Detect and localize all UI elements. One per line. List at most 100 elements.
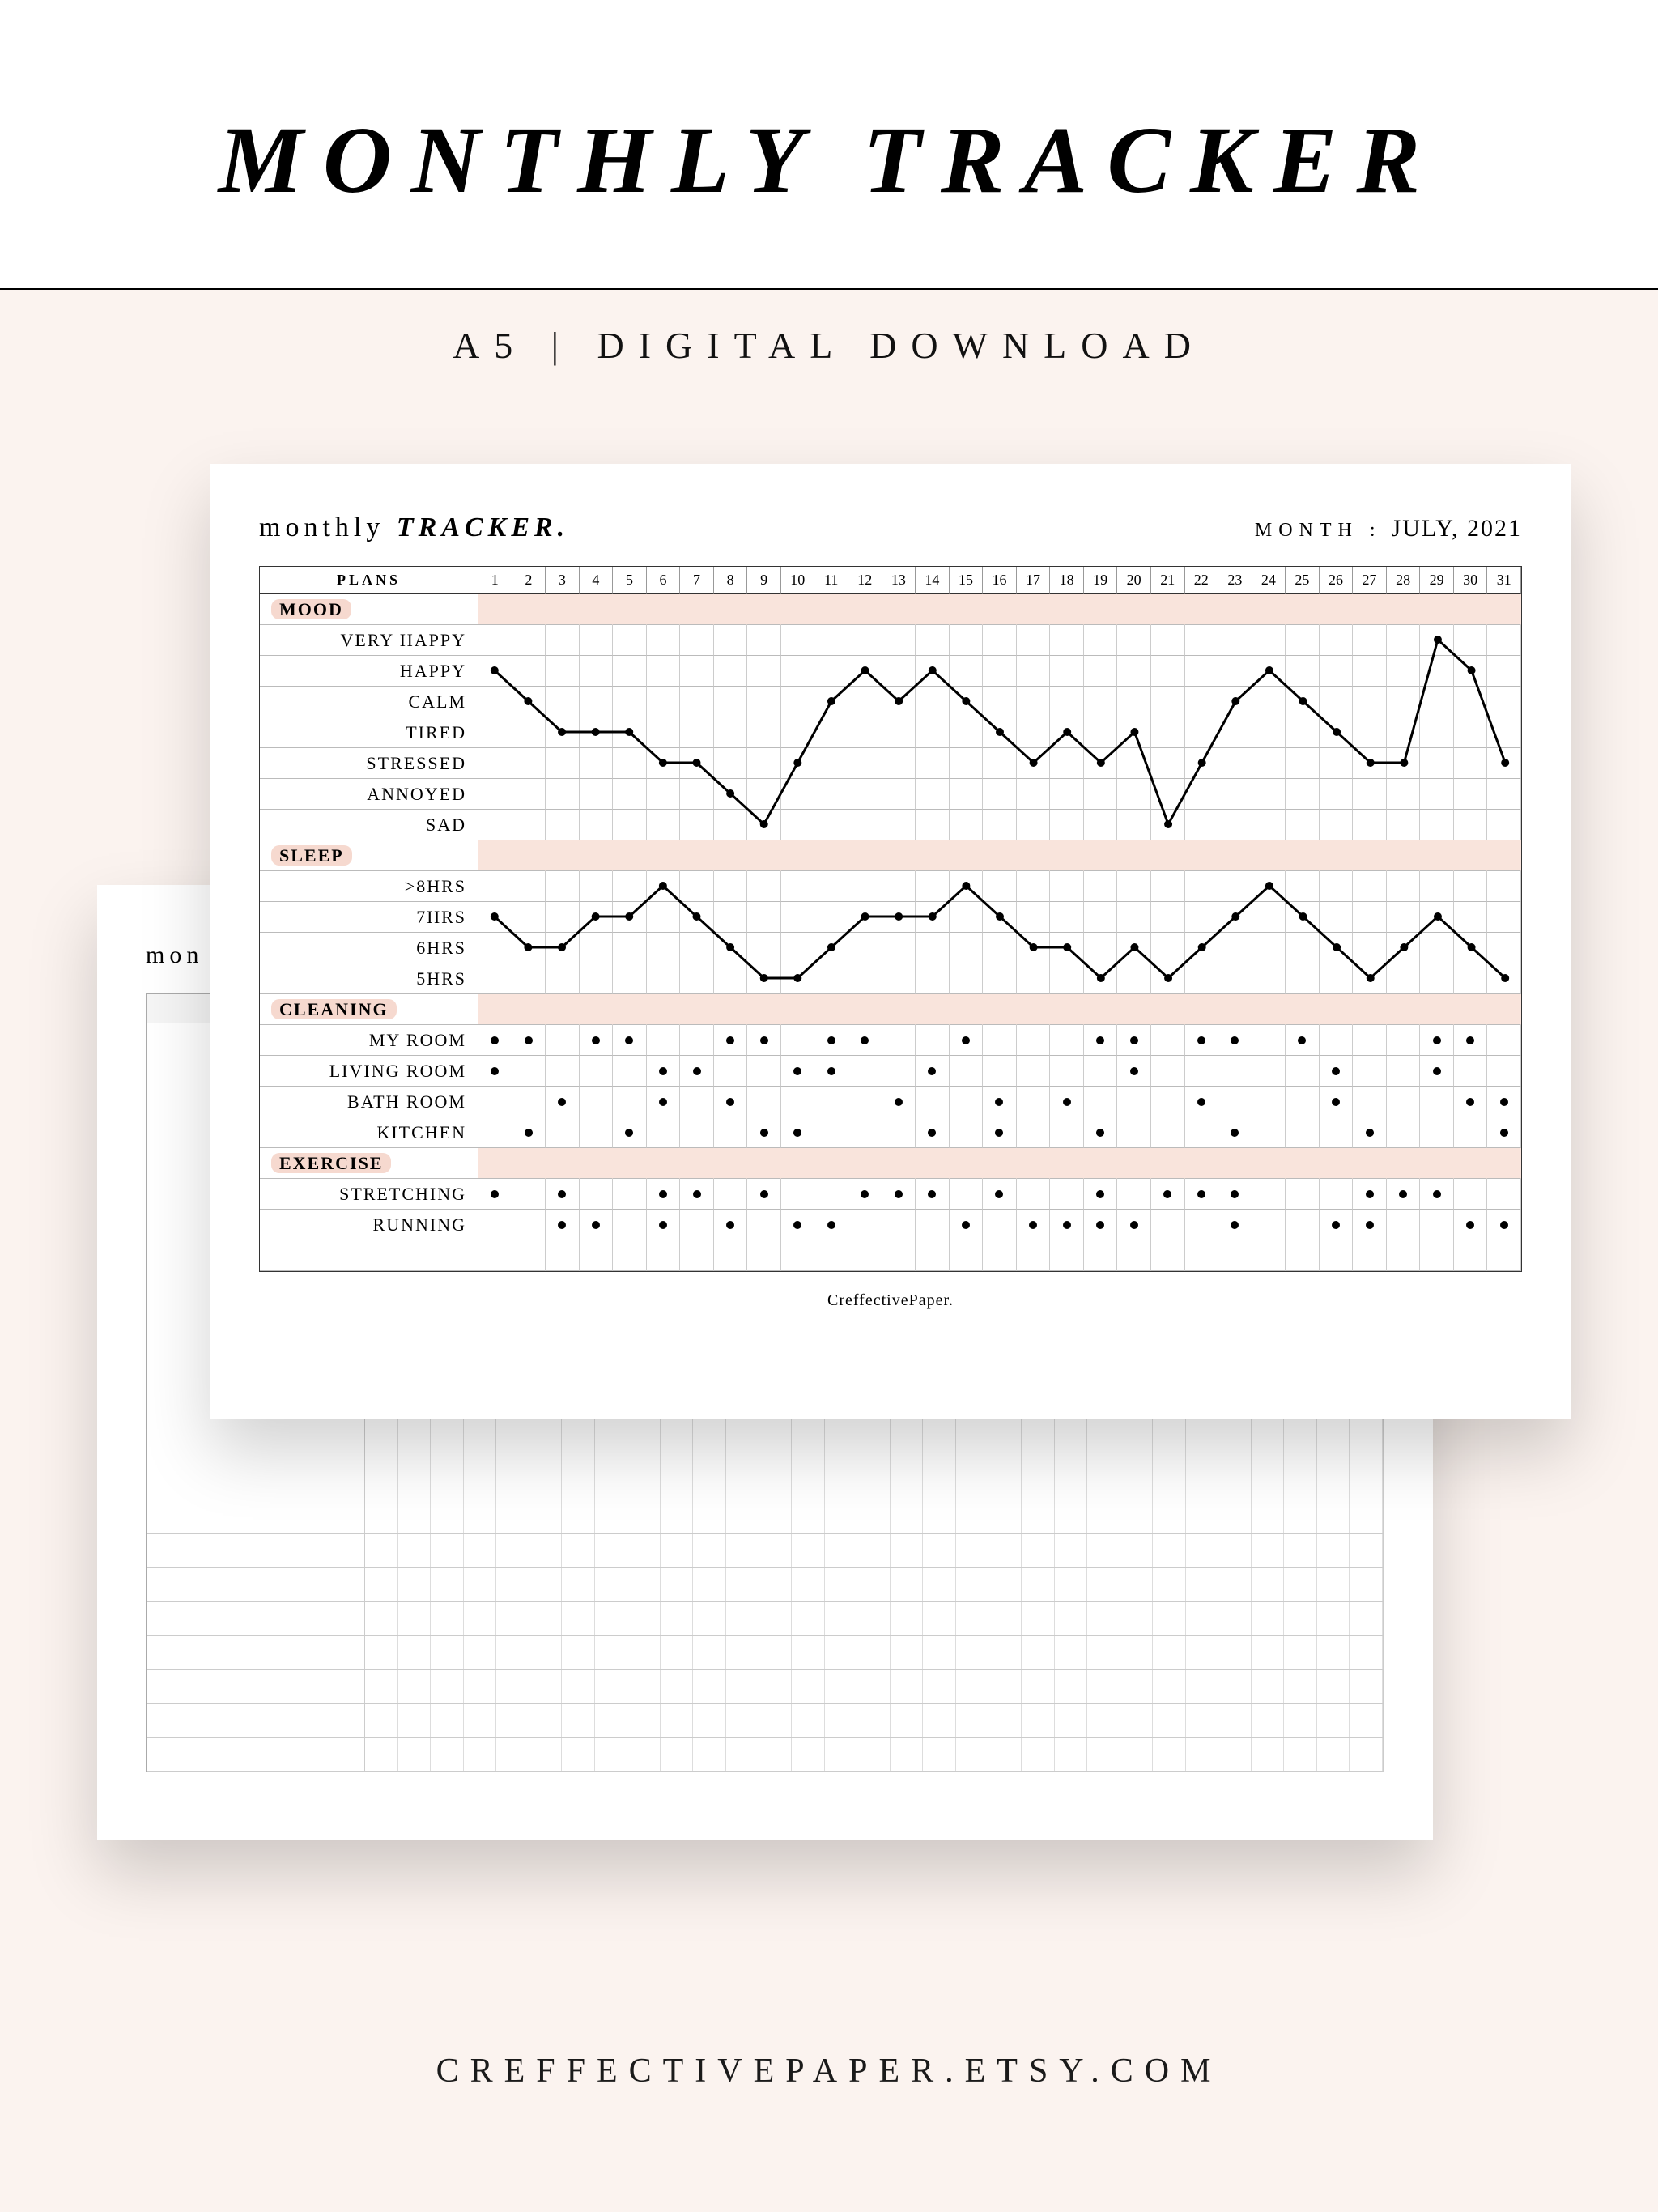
cell — [580, 994, 614, 1025]
cell — [1454, 871, 1488, 902]
cell — [1117, 810, 1151, 840]
cell — [1387, 810, 1421, 840]
cell — [1084, 594, 1118, 625]
cell — [580, 810, 614, 840]
section-label: CLEANING — [260, 994, 478, 1025]
cell — [1487, 963, 1521, 994]
cell — [580, 1240, 614, 1271]
cell — [747, 1087, 781, 1117]
cell — [613, 810, 647, 840]
cell — [478, 656, 512, 687]
cell — [680, 1087, 714, 1117]
dot-marker — [491, 1036, 499, 1044]
cell — [1487, 1025, 1521, 1056]
cell — [781, 1240, 815, 1271]
dot-marker — [1063, 1098, 1071, 1106]
cell — [1117, 1179, 1151, 1210]
cell — [950, 717, 984, 748]
cell — [747, 1240, 781, 1271]
cell — [1420, 1056, 1454, 1087]
cell — [1454, 810, 1488, 840]
cell — [1185, 840, 1219, 871]
cell — [1117, 933, 1151, 963]
cell — [781, 625, 815, 656]
cell — [1117, 656, 1151, 687]
cell — [882, 994, 916, 1025]
dot-marker — [525, 1129, 533, 1137]
cell — [647, 748, 681, 779]
cell — [546, 1148, 580, 1179]
cell — [1353, 779, 1387, 810]
cell — [781, 1056, 815, 1087]
cell — [781, 1148, 815, 1179]
cell — [580, 963, 614, 994]
dot-marker — [928, 1129, 936, 1137]
cell — [781, 656, 815, 687]
cell — [1151, 871, 1185, 902]
cell — [1050, 656, 1084, 687]
cell — [1420, 963, 1454, 994]
cell — [1218, 1087, 1252, 1117]
cell — [647, 1210, 681, 1240]
cell — [613, 1025, 647, 1056]
cell — [1353, 902, 1387, 933]
cell — [1320, 1240, 1354, 1271]
cell — [747, 963, 781, 994]
cell — [814, 840, 848, 871]
cell — [1487, 1240, 1521, 1271]
cell — [580, 625, 614, 656]
cell — [1487, 1117, 1521, 1148]
cell — [1117, 717, 1151, 748]
cell — [1050, 902, 1084, 933]
cell — [546, 1179, 580, 1210]
cell — [1185, 1148, 1219, 1179]
cell — [1117, 994, 1151, 1025]
dot-marker — [1466, 1221, 1474, 1229]
cell — [1218, 963, 1252, 994]
dot-marker — [659, 1190, 667, 1198]
cell — [1286, 625, 1320, 656]
dot-marker — [895, 1190, 903, 1198]
cell — [478, 1056, 512, 1087]
cell — [1084, 1148, 1118, 1179]
cell — [983, 1117, 1017, 1148]
cell — [1487, 871, 1521, 902]
cell — [1353, 1056, 1387, 1087]
cell — [1320, 1056, 1354, 1087]
cell — [680, 840, 714, 871]
cell — [1353, 656, 1387, 687]
cell — [546, 963, 580, 994]
dot-marker — [558, 1098, 566, 1106]
cell — [950, 902, 984, 933]
cell — [1320, 1179, 1354, 1210]
cell — [1286, 1179, 1320, 1210]
cell — [1185, 779, 1219, 810]
cell — [950, 625, 984, 656]
cell — [848, 1179, 882, 1210]
dot-marker — [693, 1190, 701, 1198]
cell — [1420, 1148, 1454, 1179]
cell — [983, 840, 1017, 871]
dot-marker — [625, 1129, 633, 1137]
cell — [647, 1056, 681, 1087]
cell — [1151, 1056, 1185, 1087]
cell — [647, 902, 681, 933]
cell — [580, 1087, 614, 1117]
cell — [1353, 1179, 1387, 1210]
cell — [1420, 594, 1454, 625]
cell — [916, 871, 950, 902]
cell — [1218, 687, 1252, 717]
cell — [1084, 748, 1118, 779]
cell — [882, 748, 916, 779]
cell — [950, 748, 984, 779]
cell — [983, 594, 1017, 625]
cell — [1286, 871, 1320, 902]
cell — [580, 717, 614, 748]
cell — [1084, 1117, 1118, 1148]
cell — [1084, 871, 1118, 902]
cell — [1050, 994, 1084, 1025]
cell — [1252, 1056, 1286, 1087]
cell — [647, 1240, 681, 1271]
cell — [680, 810, 714, 840]
row-label: RUNNING — [260, 1210, 478, 1240]
